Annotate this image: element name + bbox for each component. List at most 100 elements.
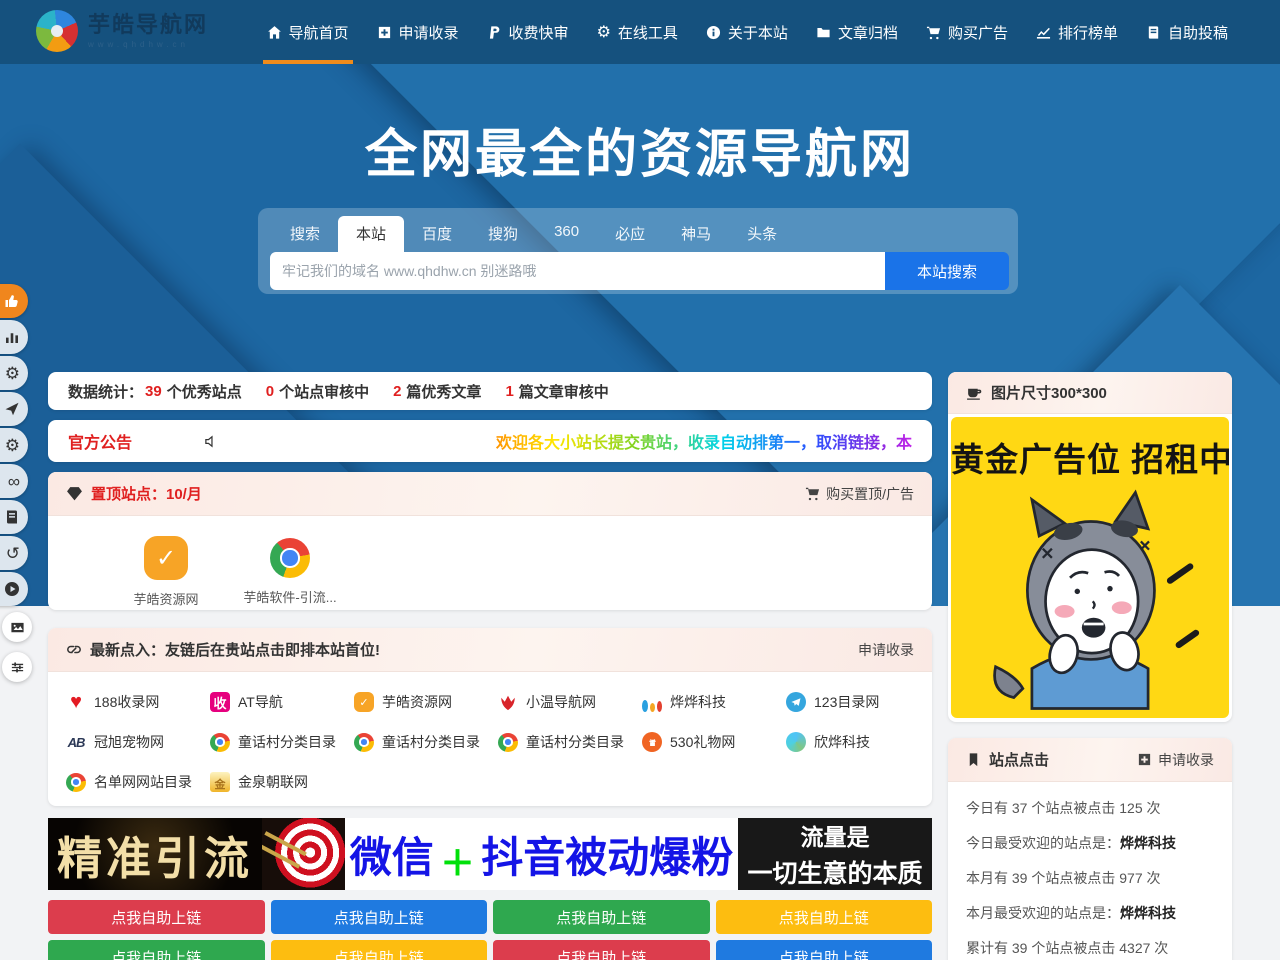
gear-solid-icon: ⚙ (5, 437, 20, 454)
site-link[interactable]: 欣烨科技 (786, 732, 930, 752)
banner-ad-business[interactable]: 流量是 一切生意的本质 (738, 818, 932, 890)
chrome-icon (270, 538, 310, 578)
book-icon (4, 509, 20, 525)
hero-title: 全网最全的资源导航网 (0, 112, 1280, 187)
dock-settings-button[interactable]: ⚙ (0, 356, 28, 390)
banner-ad-traffic[interactable]: 精准引流 (48, 818, 262, 890)
pinned-site-1[interactable]: 芋皓资源网 (104, 536, 228, 608)
nav-item-self-post[interactable]: 自助投稿 (1132, 0, 1242, 64)
dock-sliders-button[interactable] (2, 652, 32, 682)
apply-inclusion-link[interactable]: 申请收录 (1137, 750, 1214, 770)
dock-gear-button[interactable]: ⚙ (0, 428, 28, 462)
infinity-icon: ∞ (8, 473, 20, 490)
dock-undo-button[interactable]: ↺ (0, 536, 28, 570)
heart-icon: ♥ (66, 692, 86, 712)
logo-pinwheel-icon (36, 10, 78, 52)
nav-item-archive[interactable]: 文章归档 (802, 0, 912, 64)
self-link-button[interactable]: 点我自助上链 (48, 900, 265, 934)
tab-shenma[interactable]: 神马 (663, 216, 729, 251)
globe-icon (786, 732, 806, 752)
clicks-stat-line: 累计有 39 个站点被点击 4327 次 (966, 938, 1214, 958)
book-icon (1146, 25, 1161, 40)
site-link[interactable]: 童话村分类目录 (210, 732, 354, 752)
self-link-button[interactable]: 点我自助上链 (716, 940, 933, 960)
site-link[interactable]: 名单网网站目录 (66, 772, 210, 792)
site-link[interactable]: 小温导航网 (498, 692, 642, 712)
chrome-icon (66, 773, 86, 792)
cart-icon (926, 25, 941, 40)
site-link[interactable]: AB 冠旭宠物网 (66, 732, 210, 752)
buy-pinned-ad-link[interactable]: 购买置顶/广告 (805, 484, 914, 504)
search-button[interactable]: 本站搜索 (885, 252, 1009, 290)
apply-inclusion-link[interactable]: 申请收录 (858, 640, 914, 660)
announcement-label: 官方公告 (68, 429, 132, 453)
site-link[interactable]: 童话村分类目录 (354, 732, 498, 752)
clicks-card-title: 站点点击 (989, 749, 1049, 770)
self-link-button[interactable]: 点我自助上链 (493, 940, 710, 960)
stats-label: 数据统计： (68, 381, 143, 402)
bar-chart-icon (4, 329, 20, 345)
dock-infinity-button[interactable]: ∞ (0, 464, 28, 498)
site-link[interactable]: 童话村分类目录 (498, 732, 642, 752)
husky-meme-illustration (972, 477, 1208, 713)
shou-badge-icon: 收 (210, 692, 230, 712)
top-navbar: 芋皓导航网 www.qhdhw.cn 导航首页 申请收录 收费快审 ⚙ 在线工具… (0, 0, 1280, 64)
site-link[interactable]: ♥ 188收录网 (66, 692, 210, 712)
latest-title: 最新点入：友链后在贵站点击即排本站首位! (90, 639, 380, 660)
cart-icon (805, 486, 820, 501)
self-link-button[interactable]: 点我自助上链 (716, 900, 933, 934)
pinned-site-2[interactable]: 芋皓软件-引流... (228, 536, 352, 608)
ab-monogram-icon: AB (66, 735, 86, 750)
tab-sogou[interactable]: 搜狗 (470, 216, 536, 251)
banner-ad-target[interactable] (262, 818, 345, 890)
site-link[interactable]: 烨烨科技 (642, 692, 786, 712)
nav-item-home[interactable]: 导航首页 (253, 0, 363, 64)
nav-item-submit-site[interactable]: 申请收录 (363, 0, 473, 64)
self-link-button[interactable]: 点我自助上链 (271, 940, 488, 960)
ad-card-title: 图片尺寸300*300 (991, 382, 1107, 403)
clicks-stat-line: 本月最受欢迎的站点是：烨烨科技 (966, 903, 1214, 923)
dock-book-button[interactable] (0, 500, 28, 534)
nav-item-online-tools[interactable]: ⚙ 在线工具 (583, 0, 692, 64)
nav-item-paid-review[interactable]: 收费快审 (473, 0, 583, 64)
site-logo[interactable]: 芋皓导航网 www.qhdhw.cn (36, 10, 208, 52)
dock-navigate-button[interactable] (0, 392, 28, 426)
site-link[interactable]: 金 金泉朝联网 (210, 772, 354, 792)
sliders-icon (10, 660, 25, 675)
tab-baidu[interactable]: 百度 (404, 216, 470, 251)
search-input[interactable] (270, 252, 885, 290)
self-link-button[interactable]: 点我自助上链 (493, 900, 710, 934)
nav-item-rankings[interactable]: 排行榜单 (1022, 0, 1132, 64)
golden-ad-banner[interactable]: 黄金广告位 招租中 (951, 417, 1229, 718)
self-link-button[interactable]: 点我自助上链 (271, 900, 488, 934)
site-link[interactable]: 123目录网 (786, 692, 930, 712)
dock-stats-button[interactable] (0, 320, 28, 354)
clicks-stat-line: 本月有 39 个站点被点击 977 次 (966, 868, 1214, 888)
left-dock: ⚙ ⚙ ∞ ↺ (0, 284, 32, 688)
site-link[interactable]: 530礼物网 (642, 732, 786, 752)
search-panel: 搜索 本站 百度 搜狗 360 必应 神马 头条 本站搜索 (258, 208, 1018, 294)
site-link[interactable]: 收 AT导航 (210, 692, 354, 712)
nav-item-about[interactable]: 关于本站 (692, 0, 802, 64)
tab-bing[interactable]: 必应 (597, 216, 663, 251)
bookmark-icon (966, 752, 981, 767)
chrome-icon (354, 733, 374, 752)
dock-like-button[interactable] (0, 284, 28, 318)
tab-this-site[interactable]: 本站 (338, 216, 404, 252)
tab-360[interactable]: 360 (536, 216, 597, 247)
undo-icon: ↺ (6, 545, 20, 562)
site-link[interactable]: 芋皓资源网 (354, 692, 498, 712)
home-icon (267, 25, 282, 40)
stats-bar: 数据统计： 39个优秀站点 0个站点审核中 2篇优秀文章 1篇文章审核中 (48, 372, 932, 410)
gear-outline-icon: ⚙ (5, 365, 20, 382)
main-nav: 导航首页 申请收录 收费快审 ⚙ 在线工具 关于本站 文章归档 购买广告 排行榜 (253, 0, 1242, 64)
banner-ad-wechat-douyin[interactable]: 微信 + 抖音被动爆粉 (345, 818, 738, 890)
telegram-icon (786, 692, 806, 712)
dock-image-button[interactable] (2, 612, 32, 642)
announcement-marquee: 欢迎各大小站长提交贵站，收录自动排第一，取消链接，本 (496, 429, 912, 453)
self-link-button[interactable]: 点我自助上链 (48, 940, 265, 960)
nav-item-buy-ads[interactable]: 购买广告 (912, 0, 1022, 64)
tab-toutiao[interactable]: 头条 (729, 216, 795, 251)
pinned-title: 置顶站点：10/月 (91, 483, 202, 504)
dock-play-button[interactable] (0, 572, 28, 606)
